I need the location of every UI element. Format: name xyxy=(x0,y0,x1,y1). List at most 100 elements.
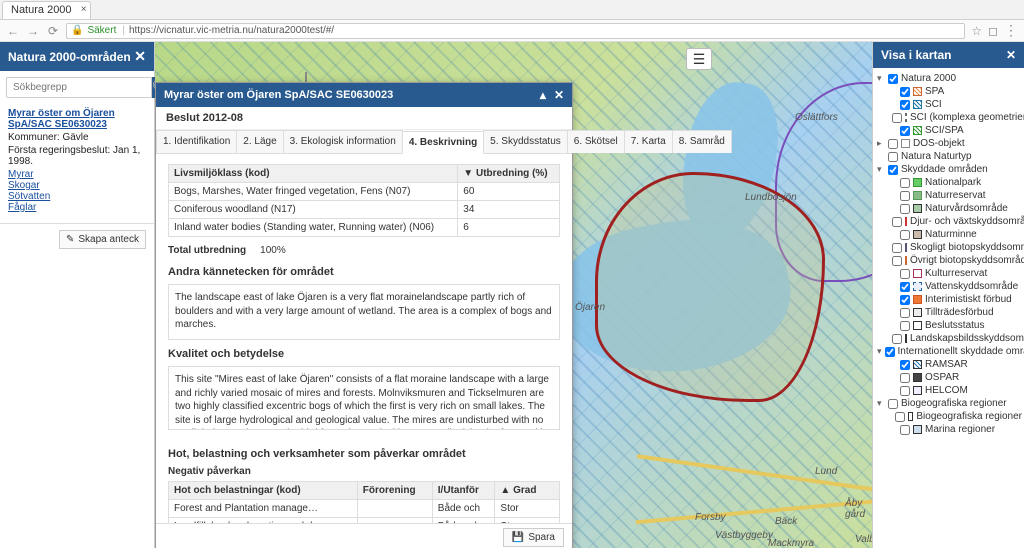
col-header[interactable]: ▲ Grad xyxy=(495,482,560,500)
layer-checkbox[interactable] xyxy=(900,282,910,292)
tree-item[interactable]: SCI (komplexa geometrier) xyxy=(889,111,1022,124)
layer-checkbox[interactable] xyxy=(888,74,898,84)
result-title[interactable]: Myrar öster om Öjaren SpA/SAC SE0630023 xyxy=(8,108,146,130)
layer-checkbox[interactable] xyxy=(900,373,910,383)
result-link[interactable]: Fåglar xyxy=(8,202,146,213)
reload-icon[interactable]: ⟳ xyxy=(46,24,60,38)
tree-item[interactable]: OSPAR xyxy=(889,371,1022,384)
result-link[interactable]: Sötvatten xyxy=(8,191,146,202)
menu-icon[interactable]: ⋮ xyxy=(1004,22,1018,39)
layer-checkbox[interactable] xyxy=(888,165,898,175)
layer-label: Nationalpark xyxy=(925,177,981,188)
result-link[interactable]: Myrar xyxy=(8,169,146,180)
layer-checkbox[interactable] xyxy=(900,425,910,435)
tree-item[interactable]: Tillträdesförbud xyxy=(889,306,1022,319)
layer-checkbox[interactable] xyxy=(900,386,910,396)
map[interactable]: Öjaren Oslättfors Lundbosjön Lund Bäck V… xyxy=(155,42,872,548)
tree-item[interactable]: Naturreservat xyxy=(889,189,1022,202)
tree-group-biog[interactable]: ▾Biogeografiska regioner xyxy=(877,397,1022,410)
tree-item[interactable]: Marina regioner xyxy=(889,423,1022,436)
col-header[interactable]: Förorening xyxy=(357,482,432,500)
layer-checkbox[interactable] xyxy=(900,230,910,240)
layer-checkbox[interactable] xyxy=(895,412,905,422)
col-header[interactable]: Hot och belastningar (kod) xyxy=(169,482,358,500)
tab-ekologisk[interactable]: 3. Ekologisk information xyxy=(283,130,403,153)
layer-checkbox[interactable] xyxy=(888,152,898,162)
tree-item[interactable]: SPA xyxy=(889,85,1022,98)
layer-checkbox[interactable] xyxy=(900,204,910,214)
tree-item[interactable]: HELCOM xyxy=(889,384,1022,397)
minimize-icon[interactable]: ▴ xyxy=(540,88,546,102)
tree-item[interactable]: SCI xyxy=(889,98,1022,111)
col-header[interactable]: Livsmiljöklass (kod) xyxy=(169,165,458,183)
browser-tab[interactable]: Natura 2000 × xyxy=(2,1,91,19)
tab-lage[interactable]: 2. Läge xyxy=(236,130,283,153)
forward-icon[interactable]: → xyxy=(26,24,40,38)
layer-checkbox[interactable] xyxy=(900,126,910,136)
tree-item[interactable]: Landskapsbildsskyddsområde xyxy=(889,332,1022,345)
layer-checkbox[interactable] xyxy=(900,269,910,279)
search-result: Myrar öster om Öjaren SpA/SAC SE0630023 … xyxy=(0,104,154,217)
tree-group-intl[interactable]: ▾Internationellt skyddade områden xyxy=(877,345,1022,358)
layer-checkbox[interactable] xyxy=(900,295,910,305)
quality-textbox[interactable]: This site "Mires east of lake Öjaren" co… xyxy=(168,366,560,430)
tree-item[interactable]: Naturvårdsområde xyxy=(889,202,1022,215)
layers-button[interactable]: ☰ xyxy=(686,48,712,70)
tree-item[interactable]: Beslutsstatus xyxy=(889,319,1022,332)
layer-checkbox[interactable] xyxy=(892,217,902,227)
tree-item[interactable]: Vattenskyddsområde xyxy=(889,280,1022,293)
layer-checkbox[interactable] xyxy=(900,321,910,331)
layer-checkbox[interactable] xyxy=(892,334,902,344)
bookmark-icon[interactable]: ☆ xyxy=(971,24,982,38)
layer-checkbox[interactable] xyxy=(900,360,910,370)
layer-checkbox[interactable] xyxy=(900,308,910,318)
back-icon[interactable]: ← xyxy=(6,24,20,38)
tree-item[interactable]: Kulturreservat xyxy=(889,267,1022,280)
create-note-button[interactable]: ✎ Skapa anteck xyxy=(59,230,146,249)
tree-item[interactable]: Naturminne xyxy=(889,228,1022,241)
tree-item[interactable]: SCI/SPA xyxy=(889,124,1022,137)
layer-label: Naturminne xyxy=(925,229,977,240)
close-icon[interactable]: ✕ xyxy=(554,88,564,102)
layer-checkbox[interactable] xyxy=(888,139,898,149)
save-button[interactable]: 💾 Spara xyxy=(503,528,564,547)
url-field[interactable]: 🔒 Säkert | https://vicnatur.vic-metria.n… xyxy=(66,23,965,39)
layer-checkbox[interactable] xyxy=(900,100,910,110)
tab-beskrivning[interactable]: 4. Beskrivning xyxy=(402,131,484,154)
layer-checkbox[interactable] xyxy=(900,87,910,97)
tree-item[interactable]: RAMSAR xyxy=(889,358,1022,371)
close-icon[interactable]: × xyxy=(81,4,87,15)
other-textbox[interactable]: The landscape east of lake Öjaren is a v… xyxy=(168,284,560,340)
col-header[interactable]: ▼ Utbredning (%) xyxy=(458,165,560,183)
col-header[interactable]: I/Utanför xyxy=(432,482,495,500)
close-icon[interactable]: ✕ xyxy=(134,48,146,65)
user-icon[interactable]: ◻ xyxy=(988,24,998,38)
layer-checkbox[interactable] xyxy=(892,256,902,266)
section-quality: Kvalitet och betydelse xyxy=(168,348,560,360)
layer-checkbox[interactable] xyxy=(888,399,898,409)
tree-item[interactable]: Skogligt biotopskyddsområde xyxy=(889,241,1022,254)
tab-karta[interactable]: 7. Karta xyxy=(624,130,673,153)
tree-item[interactable]: Övrigt biotopskyddsområde xyxy=(889,254,1022,267)
close-icon[interactable]: ✕ xyxy=(1006,48,1016,62)
tab-identifikation[interactable]: 1. Identifikation xyxy=(156,130,237,153)
result-link[interactable]: Skogar xyxy=(8,180,146,191)
tab-samrad[interactable]: 8. Samråd xyxy=(672,130,732,153)
tree-item[interactable]: Djur- och växtskyddsområde xyxy=(889,215,1022,228)
search-input[interactable] xyxy=(6,77,152,98)
layer-checkbox[interactable] xyxy=(900,178,910,188)
tree-item[interactable]: Interimistiskt förbud xyxy=(889,293,1022,306)
tree-group-skyddade[interactable]: ▾Skyddade områden xyxy=(877,163,1022,176)
layer-checkbox[interactable] xyxy=(892,113,902,123)
tab-skotsel[interactable]: 6. Skötsel xyxy=(567,130,625,153)
tree-item[interactable]: Nationalpark xyxy=(889,176,1022,189)
layer-checkbox[interactable] xyxy=(900,191,910,201)
layer-checkbox[interactable] xyxy=(885,347,895,357)
tab-skyddsstatus[interactable]: 5. Skyddsstatus xyxy=(483,130,568,153)
tree-item[interactable]: Biogeografiska regioner xyxy=(889,410,1022,423)
tree-item-dos[interactable]: ▸DOS-objekt xyxy=(877,137,1022,150)
detail-body[interactable]: Livsmiljöklass (kod) ▼ Utbredning (%) Bo… xyxy=(156,154,572,523)
tree-item-naturtyp[interactable]: Natura Naturtyp xyxy=(877,150,1022,163)
layer-checkbox[interactable] xyxy=(892,243,902,253)
tree-group-natura2000[interactable]: ▾Natura 2000 xyxy=(877,72,1022,85)
